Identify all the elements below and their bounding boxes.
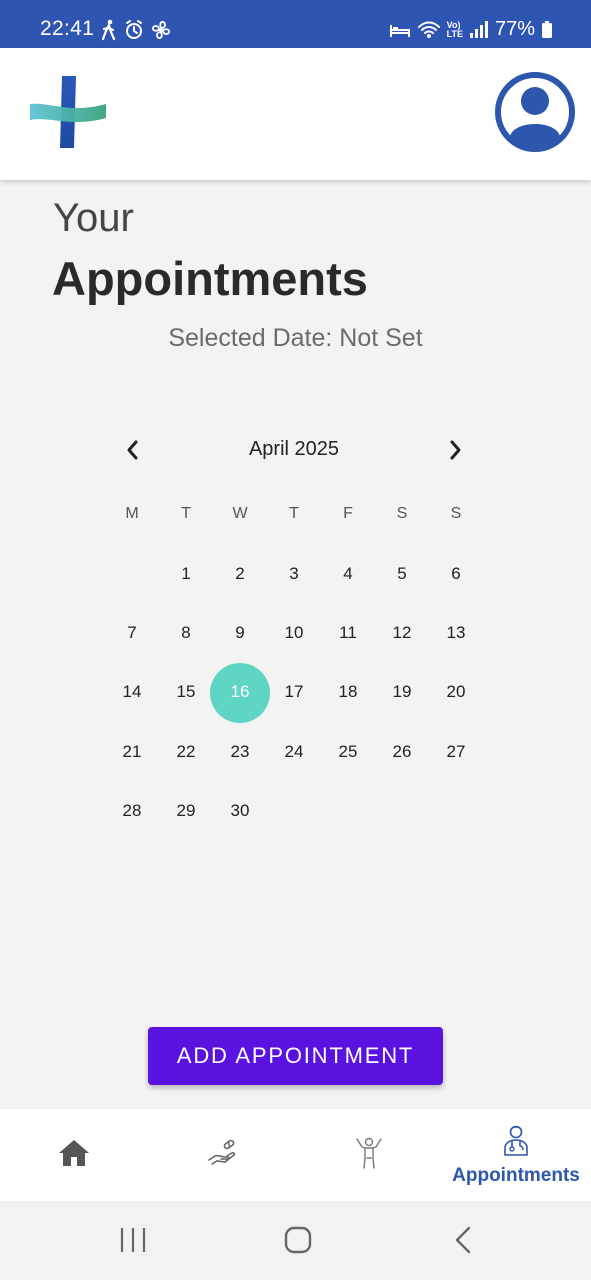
calendar-day[interactable]: 17: [267, 663, 321, 722]
calendar-day[interactable]: 14: [105, 663, 159, 722]
exercise-person-icon: [354, 1136, 384, 1175]
doctor-icon: [503, 1124, 529, 1161]
calendar-day[interactable]: 24: [267, 722, 321, 781]
signal-icon: [469, 20, 489, 39]
weekday-label: W: [232, 505, 248, 522]
calendar-day[interactable]: 6: [429, 544, 483, 603]
calendar-day[interactable]: 27: [429, 722, 483, 781]
back-icon[interactable]: [450, 1225, 476, 1260]
calendar-day[interactable]: 7: [105, 603, 159, 662]
calendar-day[interactable]: 15: [159, 663, 213, 722]
weekday-label: S: [396, 505, 408, 522]
wifi-icon: [417, 20, 441, 40]
recent-apps-icon[interactable]: [119, 1225, 147, 1260]
heading-your: Your: [53, 196, 134, 240]
calendar-day[interactable]: 13: [429, 603, 483, 662]
calendar-day: [375, 781, 429, 840]
calendar-day[interactable]: 9: [213, 603, 267, 662]
calendar-day-selected[interactable]: 16: [210, 662, 270, 723]
profile-avatar-icon[interactable]: [493, 70, 577, 154]
calendar-day[interactable]: 4: [321, 544, 375, 603]
hand-pill-icon: [207, 1138, 237, 1173]
calendar-day[interactable]: 30: [213, 781, 267, 840]
app-header: [0, 48, 591, 180]
weekday-label: M: [125, 505, 139, 522]
weekday-label: S: [450, 505, 462, 522]
weekday-header: M T W T F S S: [105, 505, 483, 531]
nav-item-appointments[interactable]: Appointments: [446, 1109, 586, 1201]
weekday-label: T: [181, 505, 191, 522]
nav-item-home[interactable]: [44, 1109, 104, 1201]
calendar-day[interactable]: 23: [213, 722, 267, 781]
calendar-week: 1 2 3 4 5 6: [105, 544, 483, 603]
calendar-grid: 1 2 3 4 5 6 7 8 9 10 11 12 13 14 15 16 1…: [105, 544, 483, 840]
medical-cross-logo[interactable]: [30, 74, 106, 150]
nav-label-appointments: Appointments: [452, 1164, 580, 1186]
alarm-icon: [124, 19, 144, 41]
calendar-day[interactable]: 18: [321, 663, 375, 722]
home-icon: [58, 1138, 90, 1173]
battery-percent: 77%: [494, 18, 535, 40]
page-title: Appointments: [52, 252, 368, 305]
walk-icon: [100, 19, 118, 41]
calendar-day[interactable]: 26: [375, 722, 429, 781]
bed-icon: [389, 21, 411, 39]
calendar-day[interactable]: 10: [267, 603, 321, 662]
calendar-day[interactable]: 11: [321, 603, 375, 662]
volte-icon: Vo) LTE: [446, 19, 463, 39]
status-bar: 22:41 Vo) LTE 77%: [0, 0, 591, 48]
nav-item-medication[interactable]: [192, 1109, 252, 1201]
calendar-day[interactable]: 20: [429, 663, 483, 722]
add-appointment-button[interactable]: ADD APPOINTMENT: [148, 1027, 443, 1085]
calendar-month-label: April 2025: [248, 438, 340, 460]
chevron-right-icon[interactable]: [445, 438, 465, 462]
calendar-week: 21 22 23 24 25 26 27: [105, 722, 483, 781]
status-left-icons: [100, 19, 172, 41]
calendar-day[interactable]: 12: [375, 603, 429, 662]
selected-date-label: Selected Date: Not Set: [168, 324, 423, 352]
calendar-day[interactable]: 5: [375, 544, 429, 603]
calendar-day[interactable]: 2: [213, 544, 267, 603]
nav-item-exercise[interactable]: [339, 1109, 399, 1201]
calendar-day: [321, 781, 375, 840]
status-right-icons: Vo) LTE 77%: [389, 18, 553, 41]
system-navigation-bar: [0, 1201, 591, 1280]
weekday-label: F: [343, 505, 353, 522]
battery-icon: [541, 20, 553, 39]
status-time: 22:41: [40, 17, 95, 40]
calendar-day[interactable]: 25: [321, 722, 375, 781]
calendar-day[interactable]: 28: [105, 781, 159, 840]
calendar-day[interactable]: 29: [159, 781, 213, 840]
calendar-day[interactable]: 21: [105, 722, 159, 781]
calendar-day[interactable]: 3: [267, 544, 321, 603]
calendar-week: 28 29 30: [105, 781, 483, 840]
calendar-day: [267, 781, 321, 840]
calendar-day[interactable]: 1: [159, 544, 213, 603]
fan-icon: [150, 19, 172, 41]
calendar-week: 7 8 9 10 11 12 13: [105, 603, 483, 662]
bottom-navigation: Appointments: [0, 1109, 591, 1201]
calendar-day[interactable]: 8: [159, 603, 213, 662]
calendar-day[interactable]: 22: [159, 722, 213, 781]
calendar-day: [105, 544, 159, 603]
calendar-day: [429, 781, 483, 840]
weekday-label: T: [289, 505, 299, 522]
home-circle-icon[interactable]: [283, 1225, 313, 1260]
calendar-header: April 2025: [105, 428, 483, 472]
calendar-day[interactable]: 19: [375, 663, 429, 722]
calendar-week: 14 15 16 17 18 19 20: [105, 662, 483, 723]
